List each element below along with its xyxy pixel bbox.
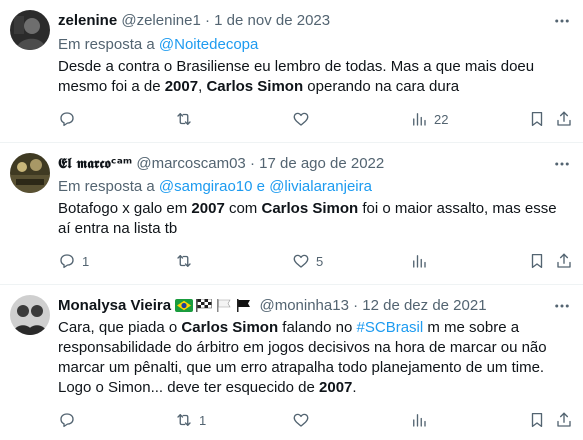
retweet-icon (177, 414, 191, 426)
tweet-2[interactable]: 𝕰𝖑 𝖒𝖆𝖗𝖈𝖔ᶜᵃᵐ @marcoscam03 · 17 de ago de … (0, 143, 583, 284)
action-bar: 1 (0, 409, 583, 431)
display-name[interactable]: Monalysa Vieira (58, 297, 171, 314)
separator: · (249, 155, 255, 172)
more-dots-icon[interactable] (551, 154, 573, 174)
reply-to-link[interactable]: @samgirao10 (159, 178, 253, 195)
avatar[interactable] (10, 295, 50, 335)
comment-icon (60, 254, 74, 269)
comment-icon (60, 413, 74, 428)
views-chart-icon (413, 255, 426, 268)
tweet-3[interactable]: Monalysa Vieira @moninha13 · 12 de dez d… (0, 285, 583, 440)
text-segment: . (352, 379, 357, 396)
share-icon (557, 111, 571, 126)
bookmark-button[interactable] (528, 409, 546, 431)
bold-text: 2007 (191, 200, 225, 217)
reply-prefix: Em resposta a (58, 36, 159, 53)
separator: · (353, 297, 359, 314)
more-dots-icon[interactable] (551, 296, 573, 316)
retweet-button[interactable]: 1 (175, 409, 206, 431)
tweet-date[interactable]: 17 de ago de 2022 (259, 155, 384, 172)
heart-icon (293, 254, 309, 268)
tweet-date[interactable]: 12 de dez de 2021 (362, 297, 486, 314)
bookmark-button[interactable] (528, 250, 546, 272)
tweet-header: zelenine @zelenine1 · 1 de nov de 2023 (58, 11, 330, 31)
reply-prefix: Em resposta a (58, 178, 159, 195)
like-count: 5 (316, 253, 324, 269)
reply-count: 1 (82, 253, 90, 269)
tweet-text: Botafogo x galo em 2007 com Carlos Simon… (58, 199, 570, 239)
tweet-date[interactable]: 1 de nov de 2023 (214, 12, 330, 29)
bookmark-icon (531, 111, 543, 127)
avatar[interactable] (10, 10, 50, 50)
avatar[interactable] (10, 153, 50, 193)
text-segment: operando na cara dura (303, 78, 460, 95)
bookmark-button[interactable] (528, 108, 546, 130)
checkered-flag-icon (196, 299, 213, 312)
bold-text: Carlos Simon (261, 200, 359, 217)
tweet-header: Monalysa Vieira @moninha13 · 12 de dez d… (58, 296, 487, 316)
bookmark-icon (531, 253, 543, 269)
tweet-text: Cara, que piada o Carlos Simon falando n… (58, 318, 570, 398)
user-handle[interactable]: @marcoscam03 (136, 155, 245, 172)
heart-icon (293, 413, 309, 427)
hashtag-link[interactable]: #SCBrasil (357, 319, 424, 336)
white-flag-icon (217, 299, 231, 312)
retweet-button[interactable] (175, 108, 199, 130)
view-count: 22 (434, 111, 449, 127)
action-bar: 1 5 (0, 250, 583, 272)
views-button[interactable]: 22 (410, 108, 448, 130)
text-segment: falando no (278, 319, 357, 336)
like-button[interactable] (292, 409, 316, 431)
black-flag-icon (237, 299, 251, 312)
heart-icon (293, 112, 309, 126)
bold-text: Carlos Simon (206, 78, 304, 95)
text-segment: Botafogo x galo em (58, 200, 192, 217)
separator: · (204, 12, 210, 29)
share-icon (557, 412, 571, 427)
reply-button[interactable]: 1 (58, 250, 89, 272)
text-segment: com (224, 200, 262, 217)
share-button[interactable] (555, 108, 573, 130)
reply-context: Em resposta a @Noitedecopa (58, 35, 258, 55)
text-segment: Cara, que piada o (58, 319, 182, 336)
reply-button[interactable] (58, 108, 82, 130)
reply-and: e (252, 178, 270, 195)
tweet-1[interactable]: zelenine @zelenine1 · 1 de nov de 2023 E… (0, 0, 583, 142)
brazil-flag-icon (175, 299, 194, 312)
views-button[interactable] (410, 409, 434, 431)
bold-text: Carlos Simon (181, 319, 279, 336)
retweet-icon (177, 113, 191, 125)
share-button[interactable] (555, 250, 573, 272)
bold-text: 2007 (164, 78, 199, 95)
reply-context: Em resposta a @samgirao10 e @livialaranj… (58, 177, 372, 197)
share-icon (557, 253, 571, 268)
user-handle[interactable]: @moninha13 (259, 297, 348, 314)
views-chart-icon (413, 414, 426, 427)
reply-to-link[interactable]: @Noitedecopa (159, 36, 258, 53)
retweet-button[interactable] (175, 250, 199, 272)
action-bar: 22 (0, 108, 583, 130)
retweet-icon (177, 255, 191, 267)
user-handle[interactable]: @zelenine1 (121, 12, 200, 29)
like-button[interactable] (292, 108, 316, 130)
like-button[interactable]: 5 (292, 250, 323, 272)
bookmark-icon (531, 412, 543, 428)
share-button[interactable] (555, 409, 573, 431)
comment-icon (60, 112, 74, 127)
display-name[interactable]: zelenine (58, 12, 117, 29)
more-dots-icon[interactable] (551, 11, 573, 31)
tweet-text: Desde a contra o Brasiliense eu lembro d… (58, 57, 570, 97)
reply-button[interactable] (58, 409, 82, 431)
views-chart-icon (413, 113, 426, 126)
tweet-header: 𝕰𝖑 𝖒𝖆𝖗𝖈𝖔ᶜᵃᵐ @marcoscam03 · 17 de ago de … (58, 154, 384, 174)
views-button[interactable] (410, 250, 434, 272)
retweet-count: 1 (199, 412, 207, 428)
display-name[interactable]: 𝕰𝖑 𝖒𝖆𝖗𝖈𝖔ᶜᵃᵐ (58, 156, 132, 172)
reply-to-link-2[interactable]: @livialaranjeira (269, 178, 372, 195)
bold-text: 2007 (319, 379, 353, 396)
